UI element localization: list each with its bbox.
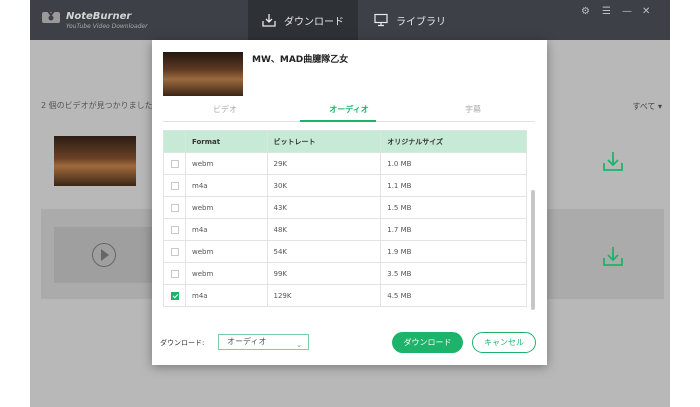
header-checkbox-cell [163, 130, 186, 153]
row-checkbox[interactable] [170, 269, 179, 278]
filter-label: すべて [632, 102, 656, 111]
size-cell: 4.5 MB [380, 284, 527, 307]
table-row[interactable]: m4a 48K 1.7 MB [163, 218, 527, 241]
table-row[interactable]: m4a 129K 4.5 MB [163, 284, 527, 307]
bitrate-cell: 48K [266, 218, 382, 241]
download-icon[interactable] [602, 150, 624, 172]
size-cell: 1.1 MB [380, 174, 527, 197]
table-row[interactable]: webm 43K 1.5 MB [163, 196, 527, 219]
bitrate-cell: 29K [266, 152, 382, 175]
bitrate-cell: 99K [266, 262, 382, 285]
table-row[interactable]: webm 54K 1.9 MB [163, 240, 527, 263]
app-subtitle: YouTube Video Downloader [66, 23, 148, 30]
col-format: Format [185, 130, 268, 153]
dialog-tabs: ビデオ オーディオ 字幕 [163, 102, 535, 122]
row-checkbox[interactable] [170, 159, 179, 168]
cancel-button[interactable]: キャンセル [472, 332, 536, 353]
table-header-row: Format ビットレート オリジナルサイズ [163, 130, 527, 153]
video-placeholder [54, 227, 154, 283]
table-row[interactable]: webm 99K 3.5 MB [163, 262, 527, 285]
tab-download-label: ダウンロード [284, 16, 344, 28]
tab-library-label: ライブラリ [396, 16, 446, 28]
table-scrollbar[interactable] [531, 190, 535, 310]
row-checkbox[interactable] [170, 203, 179, 212]
format-cell: webm [185, 196, 268, 219]
close-icon[interactable]: ✕ [642, 6, 650, 18]
row-checkbox[interactable] [170, 247, 179, 256]
video-thumbnail [54, 136, 136, 186]
chevron-down-icon: ⌄ [296, 341, 302, 349]
tab-video[interactable]: ビデオ [163, 104, 287, 115]
download-type-label: ダウンロード: [160, 339, 205, 347]
dialog-title: MW、MAD曲臆隊乙女 [252, 55, 349, 65]
format-cell: webm [185, 262, 268, 285]
monitor-icon [374, 13, 388, 27]
tab-audio[interactable]: オーディオ [287, 104, 411, 115]
format-dialog: MW、MAD曲臆隊乙女 ビデオ オーディオ 字幕 Format ビットレート オ… [152, 40, 547, 365]
active-tab-indicator [300, 120, 376, 122]
dialog-thumbnail [163, 52, 243, 96]
filter-dropdown[interactable]: すべて ▾ [632, 101, 662, 112]
download-tray-icon [262, 14, 276, 27]
format-cell: m4a [185, 284, 268, 307]
size-cell: 3.5 MB [380, 262, 527, 285]
row-checkbox[interactable] [170, 181, 179, 190]
bitrate-cell: 54K [266, 240, 382, 263]
row-checkbox[interactable] [170, 225, 179, 234]
format-cell: m4a [185, 218, 268, 241]
noteburner-logo-icon [42, 10, 60, 23]
format-table: Format ビットレート オリジナルサイズ webm 29K 1.0 MB m… [163, 130, 535, 316]
tab-library[interactable]: ライブラリ [360, 0, 460, 40]
bitrate-cell: 129K [266, 284, 382, 307]
download-type-select[interactable]: オーディオ ⌄ [218, 334, 309, 350]
col-bitrate: ビットレート [266, 130, 382, 153]
bitrate-cell: 43K [266, 196, 382, 219]
format-cell: m4a [185, 174, 268, 197]
size-cell: 1.7 MB [380, 218, 527, 241]
minimize-icon[interactable]: — [622, 6, 632, 18]
format-cell: webm [185, 152, 268, 175]
size-cell: 1.9 MB [380, 240, 527, 263]
caret-down-icon: ▾ [657, 102, 662, 111]
app-name: NoteBurner [66, 11, 132, 22]
size-cell: 1.5 MB [380, 196, 527, 219]
download-type-value: オーディオ [227, 337, 267, 346]
table-row[interactable]: webm 29K 1.0 MB [163, 152, 527, 175]
row-checkbox-checked[interactable] [170, 291, 179, 300]
play-icon[interactable] [92, 243, 116, 267]
gear-icon[interactable]: ⚙ [581, 6, 590, 18]
titlebar: NoteBurner YouTube Video Downloader ダウンロ… [30, 0, 670, 40]
tab-download[interactable]: ダウンロード [248, 0, 358, 40]
bitrate-cell: 30K [266, 174, 382, 197]
format-cell: webm [185, 240, 268, 263]
size-cell: 1.0 MB [380, 152, 527, 175]
col-size: オリジナルサイズ [380, 130, 527, 153]
download-icon[interactable] [602, 245, 624, 267]
table-row[interactable]: m4a 30K 1.1 MB [163, 174, 527, 197]
download-button[interactable]: ダウンロード [392, 332, 463, 353]
tab-subtitles[interactable]: 字幕 [411, 104, 535, 115]
videos-found-text: 2 個のビデオが見つかりました [41, 101, 153, 110]
menu-icon[interactable]: ☰ [602, 6, 611, 18]
